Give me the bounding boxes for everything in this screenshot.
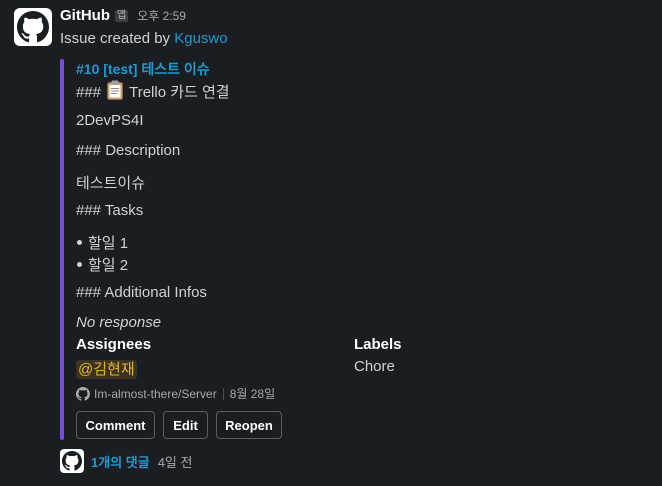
reopen-button[interactable]: Reopen: [216, 411, 282, 439]
attachment-accent-bar: [60, 59, 64, 440]
bullet-icon: [77, 262, 82, 267]
bullet-icon: [77, 240, 82, 245]
heading-text: Trello 카드 연결: [129, 84, 230, 101]
heading-prefix: ###: [76, 84, 102, 101]
no-response-text: No response: [76, 314, 162, 331]
app-badge: 앱: [115, 9, 129, 22]
assignees-label: Assignees: [76, 336, 152, 353]
github-logo-icon: [17, 11, 49, 43]
trello-id: 2DevPS4I: [76, 112, 144, 129]
tasks-heading: ### Tasks: [76, 202, 144, 219]
clipboard-icon: [106, 80, 124, 104]
label-value: Chore: [354, 358, 395, 375]
issue-title-link[interactable]: #10 [test] 테스트 이슈: [76, 59, 210, 79]
labels-label: Labels: [354, 336, 402, 353]
assignee-value: @김현재: [76, 358, 137, 379]
description-heading: ### Description: [76, 142, 181, 159]
github-logo-icon: [62, 451, 82, 471]
message-header: GitHub 앱 오후 2:59: [60, 7, 186, 24]
additional-infos-heading: ### Additional Infos: [76, 284, 207, 301]
issue-heading: ### Trello 카드 연결: [76, 80, 230, 104]
reply-avatar: [60, 449, 84, 473]
thread-replies[interactable]: 1개의 댓글 4일 전: [60, 449, 192, 473]
reply-count-link[interactable]: 1개의 댓글: [91, 452, 150, 471]
edit-button[interactable]: Edit: [163, 411, 208, 439]
subline-prefix: Issue created by: [60, 30, 171, 47]
footer-divider: [222, 387, 224, 400]
reply-time: 4일 전: [157, 454, 193, 470]
task-item: 할일 2: [76, 254, 128, 275]
message-subline: Issue created by Kguswo: [60, 30, 228, 47]
assignee-mention[interactable]: @김현재: [76, 360, 137, 379]
task-item: 할일 1: [76, 232, 128, 253]
attachment-footer: Im-almost-there/Server 8월 28일: [76, 385, 275, 402]
github-footer-icon: [76, 386, 90, 401]
github-avatar[interactable]: [14, 8, 52, 46]
footer-date: 8월 28일: [229, 387, 276, 401]
repo-name[interactable]: Im-almost-there/Server: [94, 387, 217, 401]
author-link[interactable]: Kguswo: [174, 30, 227, 47]
comment-button[interactable]: Comment: [76, 411, 155, 439]
sender-name[interactable]: GitHub: [60, 7, 110, 24]
task-label: 할일 1: [88, 235, 129, 252]
message-timestamp[interactable]: 오후 2:59: [137, 7, 186, 24]
task-label: 할일 2: [88, 257, 129, 274]
description-body: 테스트이슈: [76, 175, 146, 192]
